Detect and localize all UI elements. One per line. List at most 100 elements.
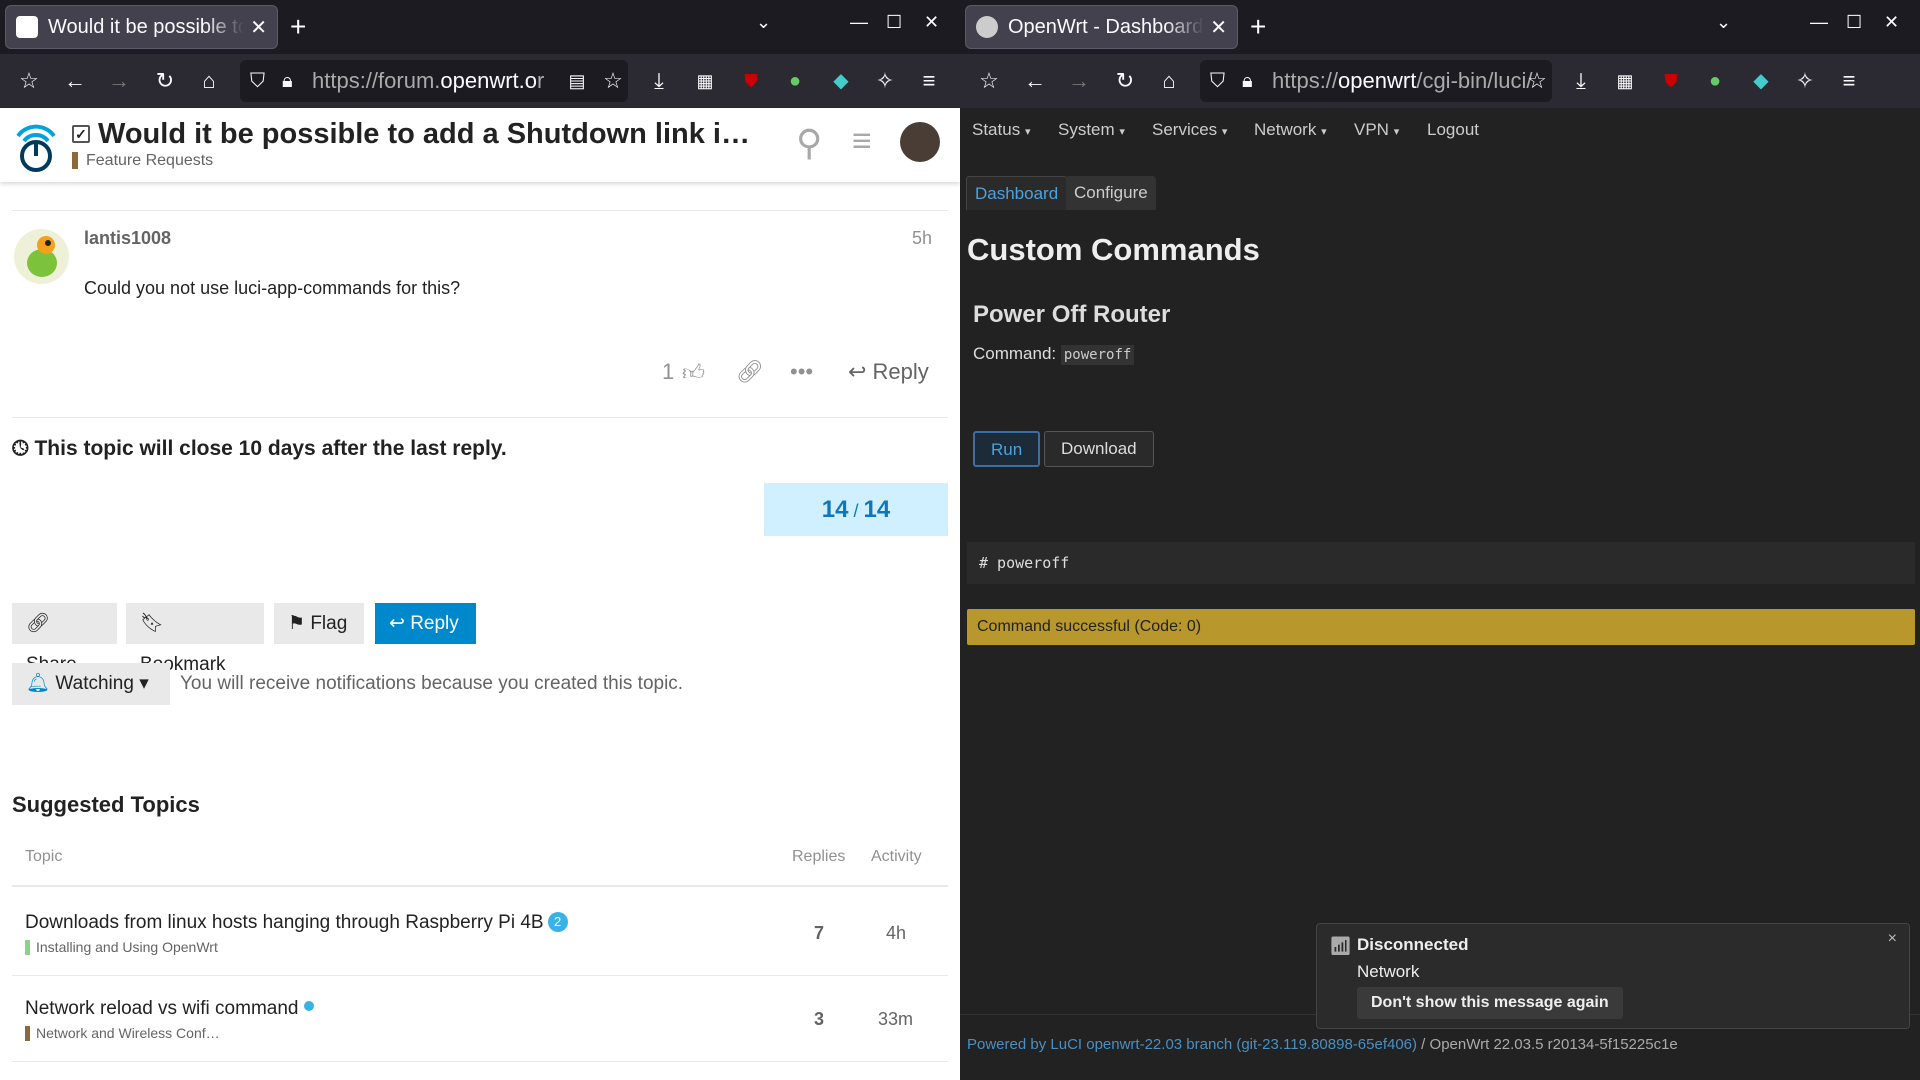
pocket-icon[interactable]: ☆ bbox=[14, 66, 44, 96]
topic-row-category[interactable]: Network and Wireless Conf… bbox=[25, 1026, 220, 1041]
bookmark-button[interactable]: 🔖︎ Bookmark bbox=[126, 603, 264, 675]
caret-down-icon: ▾ bbox=[139, 673, 149, 694]
share-button[interactable]: 🔗︎ Share bbox=[12, 603, 117, 675]
unread-badge[interactable]: 2 bbox=[547, 912, 568, 932]
reload-button[interactable]: ↻ bbox=[1110, 66, 1140, 96]
extension-cube-icon[interactable]: ◆ bbox=[1746, 66, 1776, 96]
luci-link[interactable]: Powered by LuCI openwrt-22.03 branch (gi… bbox=[967, 1036, 1417, 1053]
poster-avatar[interactable] bbox=[14, 229, 69, 284]
copy-link-icon[interactable]: 🔗︎ bbox=[736, 359, 764, 385]
home-button[interactable]: ⌂ bbox=[1154, 66, 1184, 96]
ublock-icon[interactable]: ⛊ bbox=[736, 66, 766, 96]
flag-button[interactable]: ⚑ Flag bbox=[274, 603, 364, 644]
page-title: Custom Commands bbox=[967, 232, 1260, 267]
post-body: Could you not use luci-app-commands for … bbox=[84, 278, 461, 298]
topic-row-category[interactable]: Installing and Using OpenWrt bbox=[25, 940, 218, 955]
topic-row-activity[interactable]: 33m bbox=[878, 1009, 913, 1030]
openwrt-logo-icon[interactable] bbox=[14, 118, 58, 172]
topic-progress[interactable]: 14 / 14 bbox=[764, 483, 948, 536]
extensions-puzzle-icon[interactable]: ✧ bbox=[870, 66, 900, 96]
reader-view-icon[interactable]: ▤ bbox=[562, 66, 592, 96]
qr-code-icon[interactable]: ▦ bbox=[690, 66, 720, 96]
menu-network[interactable]: Network ▾ bbox=[1254, 120, 1327, 140]
topic-row-replies: 7 bbox=[814, 923, 825, 943]
minimize-button[interactable]: — bbox=[850, 12, 868, 33]
back-button[interactable]: ← bbox=[1020, 66, 1050, 96]
topic-row-title[interactable]: Network reload vs wifi command bbox=[25, 998, 315, 1020]
post-time[interactable]: 5h bbox=[912, 228, 932, 249]
run-button[interactable]: Run bbox=[973, 431, 1041, 467]
menu-system[interactable]: System ▾ bbox=[1058, 120, 1125, 140]
tab-forum[interactable]: Would it be possible to add a Shutdown l… bbox=[5, 5, 278, 49]
close-window-button[interactable]: ✕ bbox=[924, 12, 939, 33]
new-tab-button[interactable]: + bbox=[1250, 10, 1266, 44]
bell-icon: 🔔︎ bbox=[26, 673, 51, 694]
topic-row-activity[interactable]: 4h bbox=[886, 923, 906, 944]
list-tabs-icon[interactable]: ⌄ bbox=[756, 12, 771, 33]
back-button[interactable]: ← bbox=[60, 66, 90, 96]
list-tabs-icon[interactable]: ⌄ bbox=[1716, 12, 1731, 33]
downloads-icon[interactable]: ⤓ bbox=[1566, 66, 1596, 96]
notification-title: Disconnected bbox=[1357, 935, 1469, 954]
lock-icon[interactable]: 🔒︎ bbox=[282, 60, 293, 102]
minimize-button[interactable]: — bbox=[1810, 12, 1828, 33]
tab-strip: OpenWrt - Dashboard - LuCI ✕ + ⌄ — ☐ ✕ bbox=[960, 0, 1920, 54]
download-button[interactable]: Download bbox=[1044, 431, 1154, 467]
tab-configure[interactable]: Configure bbox=[1066, 176, 1156, 210]
shield-icon[interactable]: ⛉ bbox=[1210, 60, 1225, 102]
tab-dashboard[interactable]: Dashboard bbox=[966, 176, 1068, 210]
topic-row[interactable]: Network reload vs wifi command Network a… bbox=[12, 975, 948, 1063]
maximize-button[interactable]: ☐ bbox=[886, 12, 902, 33]
downloads-icon[interactable]: ⤓ bbox=[644, 66, 674, 96]
url-bar[interactable]: ⛉ 🔒︎ https://openwrt/cgi-bin/luci/ bbox=[1200, 60, 1552, 102]
bookmark-star-icon[interactable]: ☆ bbox=[598, 66, 628, 96]
pocket-icon[interactable]: ☆ bbox=[974, 66, 1004, 96]
extension-cube-icon[interactable]: ◆ bbox=[826, 66, 856, 96]
lizard-avatar-icon bbox=[27, 236, 57, 277]
more-actions-icon[interactable]: ••• bbox=[790, 359, 813, 385]
extension-green-icon[interactable]: ● bbox=[780, 66, 810, 96]
topic-title[interactable]: ✓ Would it be possible to add a Shutdown … bbox=[72, 118, 750, 151]
close-window-button[interactable]: ✕ bbox=[1884, 12, 1899, 33]
menu-status[interactable]: Status ▾ bbox=[972, 120, 1030, 140]
search-icon[interactable]: ⚲ bbox=[796, 122, 822, 164]
tab-luci[interactable]: OpenWrt - Dashboard - LuCI ✕ bbox=[965, 5, 1238, 49]
close-tab-icon[interactable]: ✕ bbox=[250, 15, 267, 40]
close-icon[interactable]: × bbox=[1888, 930, 1897, 948]
forward-button[interactable]: → bbox=[1064, 66, 1094, 96]
shield-icon[interactable]: ⛉ bbox=[250, 60, 265, 102]
reload-button[interactable]: ↻ bbox=[150, 66, 180, 96]
hamburger-menu-icon[interactable]: ≡ bbox=[852, 122, 872, 161]
maximize-button[interactable]: ☐ bbox=[1846, 12, 1862, 33]
close-tab-icon[interactable]: ✕ bbox=[1210, 15, 1227, 40]
nav-toolbar: ☆ ← → ↻ ⌂ ⛉ 🔒︎ https://forum.openwrt.or … bbox=[0, 54, 960, 108]
forward-button[interactable]: → bbox=[104, 66, 134, 96]
bookmark-star-icon[interactable]: ☆ bbox=[1522, 66, 1552, 96]
caret-down-icon: ▾ bbox=[1119, 126, 1125, 138]
notification-level-dropdown[interactable]: 🔔︎ Watching ▾ bbox=[12, 663, 170, 705]
extensions-puzzle-icon[interactable]: ✧ bbox=[1790, 66, 1820, 96]
app-menu-icon[interactable]: ≡ bbox=[914, 66, 944, 96]
lock-warning-icon[interactable]: 🔒︎ bbox=[1242, 60, 1253, 102]
user-avatar[interactable] bbox=[900, 122, 940, 162]
reply-button[interactable]: ↩ Reply bbox=[375, 603, 476, 644]
post-reply-button[interactable]: ↩ Reply bbox=[848, 359, 929, 385]
topic-row[interactable]: Downloads from linux hosts hanging throu… bbox=[12, 885, 948, 973]
new-tab-button[interactable]: + bbox=[290, 10, 306, 44]
like-icon[interactable]: 👍︎ bbox=[682, 359, 705, 386]
menu-services[interactable]: Services ▾ bbox=[1152, 120, 1227, 140]
menu-vpn[interactable]: VPN ▾ bbox=[1354, 120, 1399, 140]
extension-green-icon[interactable]: ● bbox=[1700, 66, 1730, 96]
app-menu-icon[interactable]: ≡ bbox=[1834, 66, 1864, 96]
notification-reason: You will receive notifications because y… bbox=[180, 673, 684, 694]
home-button[interactable]: ⌂ bbox=[194, 66, 224, 96]
topic-row-title[interactable]: Downloads from linux hosts hanging throu… bbox=[25, 912, 568, 934]
like-count[interactable]: 1 bbox=[662, 359, 674, 385]
qr-code-icon[interactable]: ▦ bbox=[1610, 66, 1640, 96]
poster-username[interactable]: lantis1008 bbox=[84, 228, 171, 249]
menu-logout[interactable]: Logout bbox=[1427, 120, 1479, 140]
topic-category[interactable]: Feature Requests bbox=[72, 152, 213, 169]
dont-show-again-button[interactable]: Don't show this message again bbox=[1357, 987, 1623, 1019]
browser-window-forum: Would it be possible to add a Shutdown l… bbox=[0, 0, 960, 1080]
ublock-icon[interactable]: ⛊ bbox=[1656, 66, 1686, 96]
